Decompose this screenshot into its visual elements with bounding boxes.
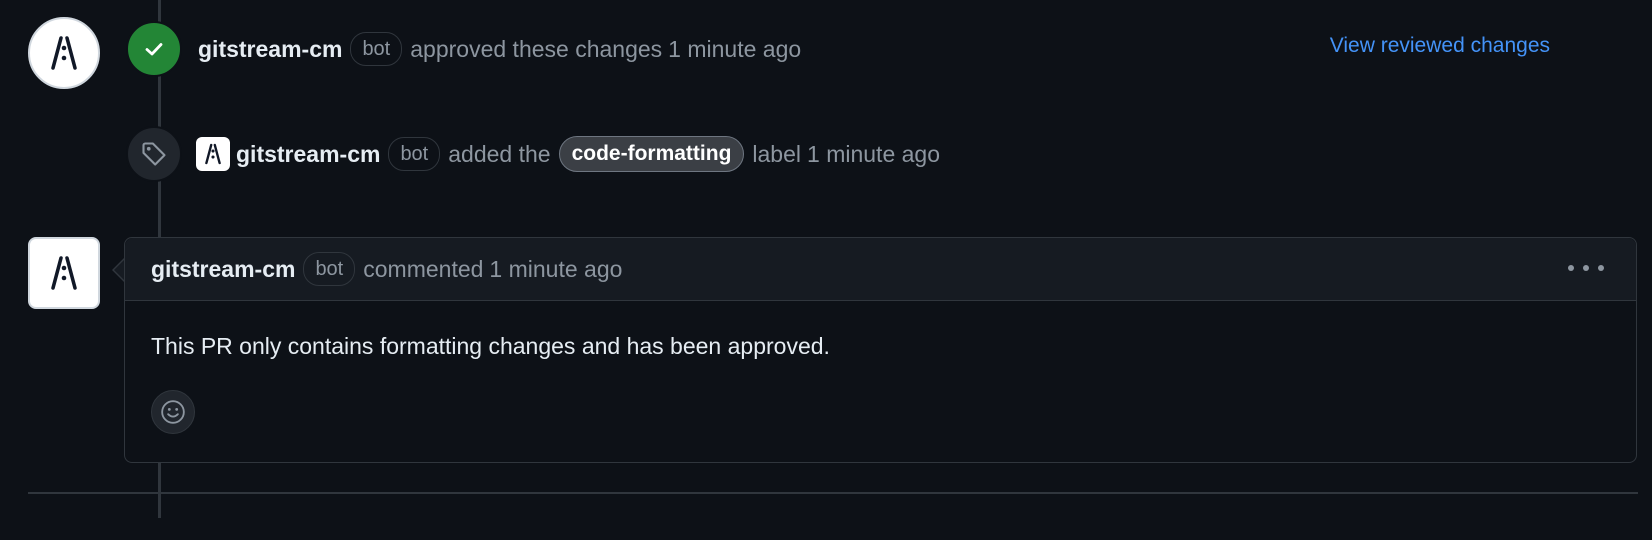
label-suffix-text: label bbox=[752, 140, 802, 167]
label-timestamp[interactable]: 1 minute ago bbox=[807, 141, 940, 168]
comment-author-link[interactable]: gitstream-cm bbox=[151, 256, 295, 283]
tag-icon bbox=[126, 126, 182, 182]
review-author-link[interactable]: gitstream-cm bbox=[198, 36, 342, 63]
comment-action-text: commented bbox=[363, 255, 484, 282]
gitstream-logo-icon bbox=[51, 256, 77, 290]
timeline-divider bbox=[28, 492, 1638, 494]
pr-timeline: gitstream-cm bot approved these changes … bbox=[0, 0, 1652, 540]
comment-timestamp[interactable]: 1 minute ago bbox=[489, 256, 622, 283]
small-avatar[interactable] bbox=[196, 137, 230, 171]
gitstream-logo-icon bbox=[205, 143, 221, 165]
label-author-link[interactable]: gitstream-cm bbox=[236, 141, 380, 168]
label-event: gitstream-cm bot added the code-formatti… bbox=[126, 126, 940, 182]
comment-card: gitstream-cm bot commented 1 minute ago … bbox=[124, 237, 1637, 463]
avatar[interactable] bbox=[28, 17, 100, 89]
comment-body: This PR only contains formatting changes… bbox=[151, 333, 830, 359]
add-reaction-button[interactable] bbox=[151, 390, 195, 434]
avatar[interactable] bbox=[28, 237, 100, 309]
view-reviewed-changes-link[interactable]: View reviewed changes bbox=[1330, 34, 1550, 58]
review-action-text: approved these changes bbox=[410, 35, 663, 62]
comment-caret bbox=[112, 258, 125, 282]
label-action-text: added the bbox=[448, 140, 551, 167]
comment-header: gitstream-cm bot commented 1 minute ago bbox=[125, 238, 1636, 301]
bot-badge: bot bbox=[303, 252, 356, 286]
review-timestamp[interactable]: 1 minute ago bbox=[668, 36, 801, 63]
smiley-icon bbox=[161, 400, 185, 424]
check-icon bbox=[126, 21, 182, 77]
kebab-horizontal-icon[interactable] bbox=[1568, 256, 1604, 280]
gitstream-logo-icon bbox=[51, 36, 77, 70]
label-chip[interactable]: code-formatting bbox=[558, 136, 745, 172]
review-event: gitstream-cm bot approved these changes … bbox=[126, 21, 801, 77]
bot-badge: bot bbox=[388, 137, 441, 171]
bot-badge: bot bbox=[350, 32, 403, 66]
